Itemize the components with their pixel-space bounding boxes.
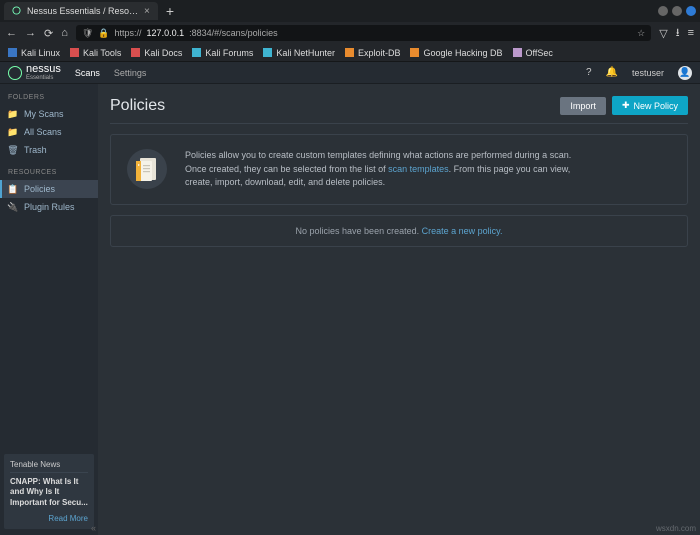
policies-graphic-icon bbox=[127, 149, 167, 189]
new-policy-button[interactable]: ✚ New Policy bbox=[612, 96, 688, 115]
close-icon[interactable]: × bbox=[144, 6, 150, 17]
bookmark-kali-forums[interactable]: Kali Forums bbox=[192, 48, 253, 58]
sidebar-item-plugin-rules[interactable]: 🔌Plugin Rules bbox=[0, 198, 98, 216]
window-controls bbox=[658, 6, 696, 16]
clipboard-icon: 📋 bbox=[8, 184, 18, 194]
empty-state: No policies have been created. Create a … bbox=[110, 215, 688, 247]
page-header: Policies Import ✚ New Policy bbox=[110, 96, 688, 124]
forward-icon[interactable]: → bbox=[25, 27, 36, 39]
url-input[interactable]: 🛡 🔒 https:// 127.0.0.1 :8834/#/scans/polic… bbox=[76, 25, 651, 41]
browser-tab[interactable]: Nessus Essentials / Reso… × bbox=[4, 2, 158, 20]
plus-icon: ✚ bbox=[622, 100, 630, 111]
username[interactable]: testuser bbox=[632, 68, 664, 78]
bookmark-ghdb[interactable]: Google Hacking DB bbox=[410, 48, 502, 58]
bookmark-offsec[interactable]: OffSec bbox=[513, 48, 553, 58]
brand-subtext: Essentials bbox=[26, 75, 61, 81]
page-title: Policies bbox=[110, 97, 165, 115]
watermark: wsxdn.com bbox=[656, 524, 696, 533]
create-policy-link[interactable]: Create a new policy. bbox=[422, 226, 503, 236]
bookmark-kali-linux[interactable]: Kali Linux bbox=[8, 48, 60, 58]
app-body: FOLDERS 📁My Scans 📁All Scans 🗑Trash RESO… bbox=[0, 84, 700, 535]
scan-templates-link[interactable]: scan templates bbox=[388, 164, 449, 174]
help-icon[interactable]: ? bbox=[586, 67, 592, 78]
maximize-icon[interactable] bbox=[672, 6, 682, 16]
avatar[interactable]: 👤 bbox=[678, 66, 692, 80]
plugin-icon: 🔌 bbox=[8, 202, 18, 212]
lock-icon: 🔒 bbox=[98, 28, 109, 39]
sidebar-item-all-scans[interactable]: 📁All Scans bbox=[0, 123, 98, 141]
trash-icon: 🗑 bbox=[8, 145, 18, 155]
download-icon[interactable]: ⭳ bbox=[676, 24, 680, 43]
resources-header: RESOURCES bbox=[0, 165, 98, 180]
folders-header: FOLDERS bbox=[0, 90, 98, 105]
sidebar-item-policies[interactable]: 📋Policies bbox=[0, 180, 98, 198]
close-window-icon[interactable] bbox=[686, 6, 696, 16]
bookmark-bar: Kali Linux Kali Tools Kali Docs Kali For… bbox=[0, 44, 700, 62]
star-icon[interactable]: ☆ bbox=[637, 28, 645, 39]
url-scheme: https:// bbox=[115, 28, 142, 38]
reload-icon[interactable]: ⟳ bbox=[44, 27, 53, 40]
sidebar-collapse-icon[interactable]: « bbox=[91, 523, 96, 533]
sidebar-item-my-scans[interactable]: 📁My Scans bbox=[0, 105, 98, 123]
url-rest: :8834/#/scans/policies bbox=[189, 28, 278, 38]
news-body[interactable]: CNAPP: What Is It and Why Is It Importan… bbox=[10, 477, 88, 507]
bell-icon[interactable]: 🔔 bbox=[606, 67, 618, 78]
folder-icon: 📁 bbox=[8, 127, 18, 137]
info-banner: Policies allow you to create custom temp… bbox=[110, 134, 688, 205]
tab-title: Nessus Essentials / Reso… bbox=[27, 6, 138, 16]
browser-tabbar: Nessus Essentials / Reso… × + bbox=[0, 0, 700, 22]
bookmark-kali-tools[interactable]: Kali Tools bbox=[70, 48, 121, 58]
nav-scans[interactable]: Scans bbox=[75, 68, 100, 78]
minimize-icon[interactable] bbox=[658, 6, 668, 16]
main-content: Policies Import ✚ New Policy bbox=[98, 84, 700, 535]
home-icon[interactable]: ⌂ bbox=[61, 27, 68, 39]
bookmark-kali-docs[interactable]: Kali Docs bbox=[131, 48, 182, 58]
app-header: nessus Essentials Scans Settings ? 🔔 tes… bbox=[0, 62, 700, 84]
tab-favicon bbox=[12, 6, 21, 17]
info-text: Policies allow you to create custom temp… bbox=[185, 149, 585, 190]
menu-icon[interactable]: ≡ bbox=[688, 27, 694, 39]
news-card: Tenable News CNAPP: What Is It and Why I… bbox=[4, 454, 94, 529]
nessus-logo[interactable]: nessus Essentials bbox=[8, 64, 61, 81]
sidebar-item-trash[interactable]: 🗑Trash bbox=[0, 141, 98, 159]
brand-text: nessus bbox=[26, 63, 61, 75]
bookmark-exploit-db[interactable]: Exploit-DB bbox=[345, 48, 401, 58]
back-icon[interactable]: ← bbox=[6, 27, 17, 39]
url-host: 127.0.0.1 bbox=[147, 28, 185, 38]
news-readmore[interactable]: Read More bbox=[10, 514, 88, 523]
folder-icon: 📁 bbox=[8, 109, 18, 119]
nav-settings[interactable]: Settings bbox=[114, 68, 147, 78]
shield-icon: 🛡 bbox=[82, 28, 93, 39]
address-bar: ← → ⟳ ⌂ 🛡 🔒 https:// 127.0.0.1 :8834/#/sca… bbox=[0, 22, 700, 44]
import-button[interactable]: Import bbox=[560, 97, 606, 115]
sidebar: FOLDERS 📁My Scans 📁All Scans 🗑Trash RESO… bbox=[0, 84, 98, 535]
pocket-icon[interactable]: ▽ bbox=[659, 27, 667, 40]
news-title: Tenable News bbox=[10, 460, 88, 473]
new-tab-button[interactable]: + bbox=[166, 3, 174, 19]
logo-mark-icon bbox=[8, 66, 22, 80]
bookmark-kali-nethunter[interactable]: Kali NetHunter bbox=[263, 48, 335, 58]
